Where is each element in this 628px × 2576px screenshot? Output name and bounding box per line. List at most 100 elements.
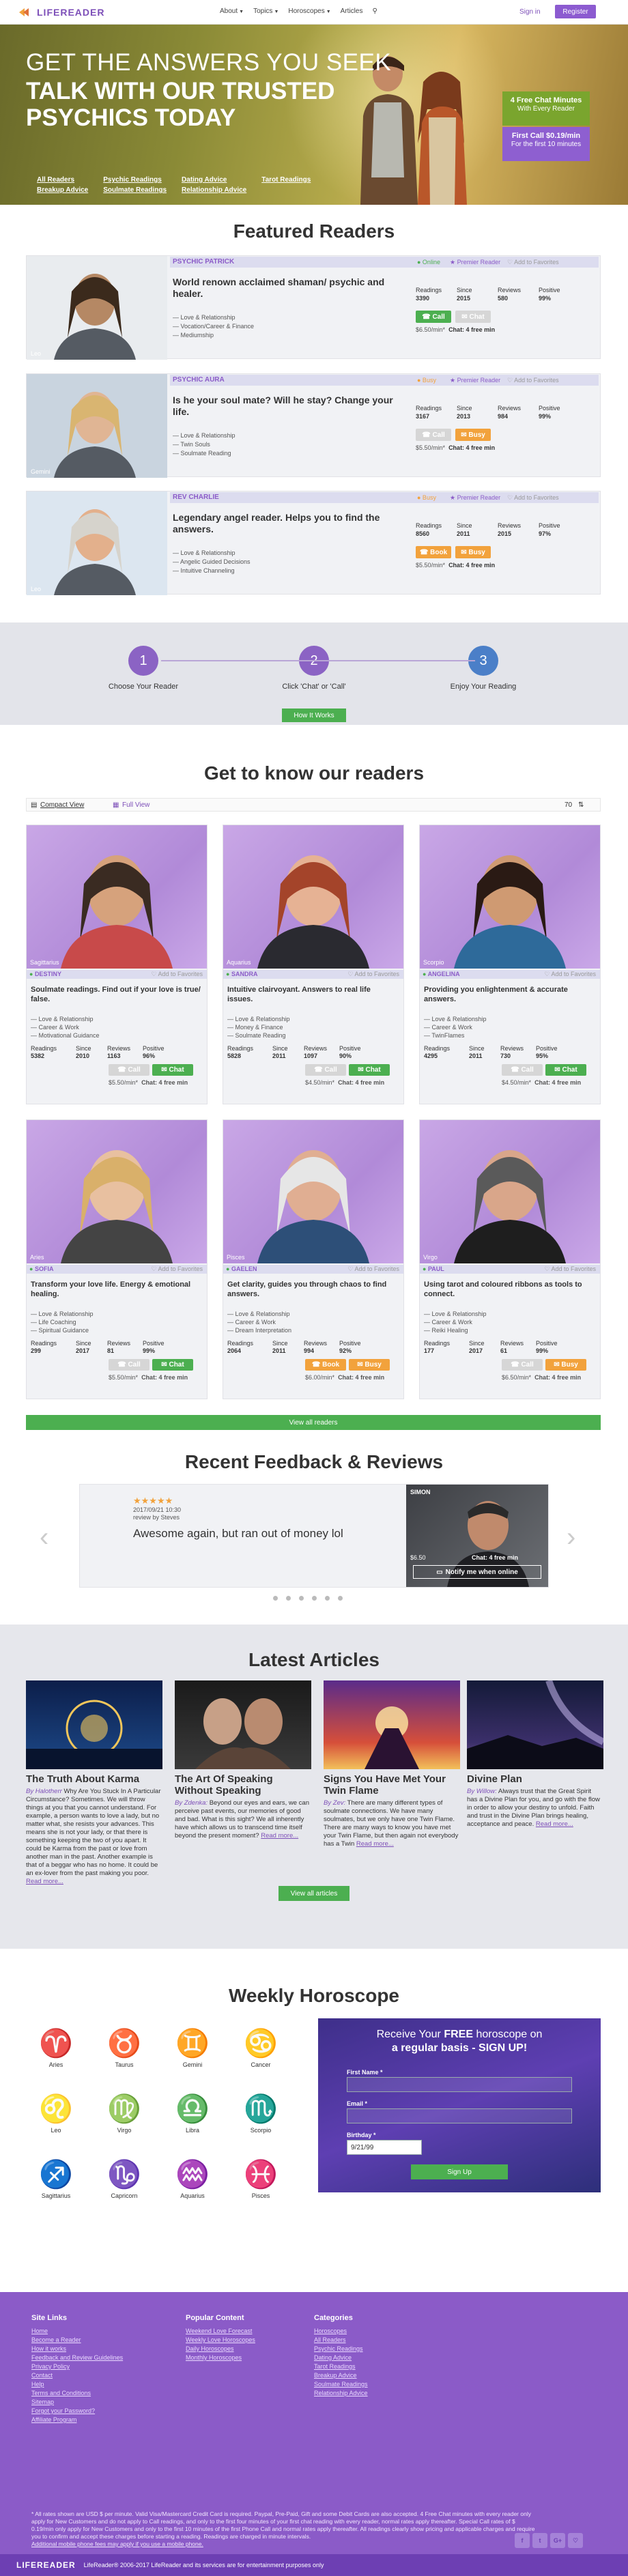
footer-link[interactable]: All Readers — [314, 2336, 368, 2345]
filter-icon[interactable]: ⇅ — [578, 801, 584, 809]
reviews-count[interactable]: 1097 — [304, 1053, 339, 1060]
reader-photo[interactable]: Virgo — [420, 1120, 600, 1263]
zodiac-sign-aries[interactable]: ♈ Aries — [35, 2026, 76, 2068]
zodiac-sign-aquarius[interactable]: ♒ Aquarius — [172, 2157, 213, 2199]
footer-link[interactable]: Forgot your Password? — [31, 2407, 123, 2416]
footer-link[interactable]: Daily Horoscopes — [186, 2345, 255, 2353]
article-title[interactable]: Signs You Have Met Your Twin Flame — [324, 1773, 460, 1797]
carousel-dot[interactable] — [273, 1596, 278, 1601]
full-view-link[interactable]: Full View — [122, 801, 149, 809]
reviews-count[interactable]: 984 — [498, 412, 539, 420]
call-button[interactable]: ☎ Call — [416, 429, 451, 441]
reader-name[interactable]: PSYCHIC PATRICK — [173, 258, 234, 266]
hero-link[interactable]: Relationship Advice — [182, 186, 246, 194]
hero-link[interactable]: Psychic Readings — [103, 176, 167, 184]
reviews-count[interactable]: 1163 — [107, 1053, 143, 1060]
article-title[interactable]: The Truth About Karma — [26, 1773, 162, 1785]
view-all-articles-button[interactable]: View all articles — [279, 1886, 349, 1901]
add-favorite-link[interactable]: ♡ Add to Favorites — [347, 1265, 399, 1274]
footer-link[interactable]: Breakup Advice — [314, 2371, 368, 2380]
reader-photo[interactable]: Aquarius — [223, 825, 403, 969]
chat-button[interactable]: ✉ Chat — [455, 311, 491, 323]
reviews-count[interactable]: 61 — [500, 1347, 536, 1355]
article-card[interactable]: The Truth About Karma By Halotherr Why A… — [26, 1680, 162, 1886]
reader-photo[interactable]: Sagittarius — [27, 825, 207, 969]
zodiac-sign-virgo[interactable]: ♍ Virgo — [104, 2091, 145, 2134]
reader-card[interactable]: Virgo ● PAUL ♡ Add to Favorites Using tarot… — [419, 1119, 601, 1399]
hero-link[interactable]: Breakup Advice — [37, 186, 88, 194]
review-reader-photo[interactable]: SIMON $6.50 Chat: 4 free min ▭ Notify me … — [406, 1485, 548, 1587]
add-favorite-link[interactable]: ♡ Add to Favorites — [507, 492, 559, 503]
add-favorite-link[interactable]: ♡ Add to Favorites — [151, 970, 203, 979]
reader-card[interactable]: Scorpio ● ANGELINA ♡ Add to Favorites Provi… — [419, 825, 601, 1104]
add-favorite-link[interactable]: ♡ Add to Favorites — [544, 970, 596, 979]
promo-free-chat[interactable]: 4 Free Chat Minutes With Every Reader — [502, 91, 590, 126]
zodiac-sign-pisces[interactable]: ♓ Pisces — [240, 2157, 281, 2199]
promo-first-call[interactable]: First Call $0.19/min For the first 10 min… — [502, 127, 590, 161]
reader-photo[interactable]: Aries — [27, 1120, 207, 1263]
full-view-icon[interactable]: ▦ — [113, 801, 119, 809]
featured-reader-card[interactable]: Gemini PSYCHIC AURA ● Busy ★ Premier Reader… — [26, 373, 601, 478]
nav-horoscopes[interactable]: Horoscopes ▼ — [288, 8, 330, 15]
chat-button[interactable]: ✉ Chat — [152, 1359, 193, 1371]
reader-photo[interactable]: Scorpio — [420, 825, 600, 969]
footer-link[interactable]: Soulmate Readings — [314, 2380, 368, 2389]
add-favorite-link[interactable]: ♡ Add to Favorites — [151, 1265, 203, 1274]
hero-link[interactable]: Soulmate Readings — [103, 186, 167, 194]
reader-name[interactable]: PAUL — [428, 1265, 444, 1272]
notify-button[interactable]: ▭ Notify me when online — [413, 1565, 541, 1579]
carousel-dot[interactable] — [338, 1596, 343, 1601]
reader-name[interactable]: ANGELINA — [428, 971, 460, 977]
reader-photo[interactable]: Leo — [27, 491, 167, 595]
reader-photo[interactable]: Pisces — [223, 1120, 403, 1263]
chat-button[interactable]: ✉ Chat — [349, 1064, 390, 1076]
footer-link[interactable]: Contact — [31, 2371, 123, 2380]
zodiac-sign-cancer[interactable]: ♋ Cancer — [240, 2026, 281, 2068]
add-favorite-link[interactable]: ♡ Add to Favorites — [507, 257, 559, 268]
footer-link[interactable]: Privacy Policy — [31, 2362, 123, 2371]
zodiac-sign-capricorn[interactable]: ♑ Capricorn — [104, 2157, 145, 2199]
footer-link[interactable]: Relationship Advice — [314, 2389, 368, 2398]
article-card[interactable]: The Art Of Speaking Without Speaking By … — [175, 1680, 311, 1840]
reader-name[interactable]: SOFIA — [35, 1265, 54, 1272]
search-icon[interactable]: ⚲ — [372, 8, 377, 15]
footer-link[interactable]: Weekend Love Forecast — [186, 2327, 255, 2336]
footer-link[interactable]: Sitemap — [31, 2398, 123, 2407]
email-input[interactable] — [347, 2108, 572, 2123]
article-card[interactable]: Divine Plan By Willow: Always trust that… — [467, 1680, 603, 1829]
call-button[interactable]: ☎ Call — [305, 1064, 346, 1076]
register-button[interactable]: Register — [555, 5, 596, 18]
logo[interactable]: LIFEREADER — [19, 7, 104, 18]
hero-link[interactable]: Tarot Readings — [261, 176, 311, 184]
article-title[interactable]: Divine Plan — [467, 1773, 603, 1785]
nav-articles[interactable]: Articles — [341, 8, 363, 15]
featured-reader-card[interactable]: Leo REV CHARLIE ● Busy ★ Premier Reader ♡ Ad… — [26, 491, 601, 595]
signin-link[interactable]: Sign in — [519, 8, 541, 16]
footer-link[interactable]: How it works — [31, 2345, 123, 2353]
call-button[interactable]: ☎ Call — [416, 311, 451, 323]
featured-reader-card[interactable]: Leo PSYCHIC PATRICK ● Online ★ Premier Read… — [26, 255, 601, 360]
footer-link[interactable]: Terms and Conditions — [31, 2389, 123, 2398]
busy-button[interactable]: ✉ Busy — [349, 1359, 390, 1371]
hero-link[interactable]: All Readers — [37, 176, 88, 184]
reader-photo[interactable]: Gemini — [27, 374, 167, 478]
footer-link[interactable]: Weekly Love Horoscopes — [186, 2336, 255, 2345]
reader-name[interactable]: REV CHARLIE — [173, 493, 219, 501]
view-all-readers-button[interactable]: View all readers — [26, 1415, 601, 1430]
reader-card[interactable]: Aquarius ● SANDRA ♡ Add to Favorites Intuit… — [223, 825, 404, 1104]
reviews-count[interactable]: 580 — [498, 294, 539, 302]
prev-arrow-icon[interactable]: ‹ — [40, 1522, 48, 1553]
signup-button[interactable]: Sign Up — [411, 2164, 508, 2179]
busy-button[interactable]: ✉ Busy — [455, 546, 491, 558]
reviews-count[interactable]: 994 — [304, 1347, 339, 1355]
chat-button[interactable]: ✉ Chat — [545, 1064, 586, 1076]
next-arrow-icon[interactable]: › — [567, 1522, 575, 1553]
reader-card[interactable]: Aries ● SOFIA ♡ Add to Favorites Transform … — [26, 1119, 208, 1399]
busy-button[interactable]: ✉ Busy — [455, 429, 491, 441]
footer-link[interactable]: Tarot Readings — [314, 2362, 368, 2371]
reviews-count[interactable]: 2015 — [498, 530, 539, 538]
carousel-dot[interactable] — [286, 1596, 291, 1601]
book-button[interactable]: ☎ Book — [416, 546, 451, 558]
reader-name[interactable]: PSYCHIC AURA — [173, 376, 225, 384]
reader-name[interactable]: SANDRA — [231, 971, 258, 977]
